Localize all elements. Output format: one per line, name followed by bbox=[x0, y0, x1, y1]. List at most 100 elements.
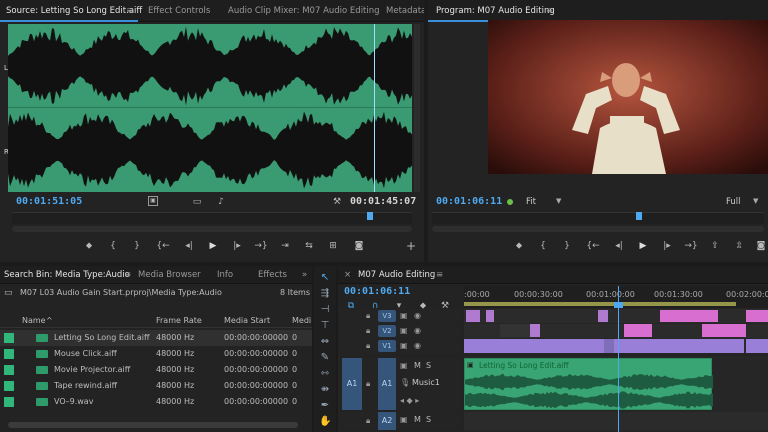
label-color-swatch[interactable] bbox=[4, 333, 14, 343]
step-back-icon[interactable]: ◂| bbox=[612, 240, 626, 252]
tab-effect-controls[interactable]: Effect Controls bbox=[148, 0, 210, 22]
source-timecode-in[interactable]: 00:01:51:05 bbox=[16, 196, 82, 207]
program-mini-ruler[interactable] bbox=[432, 212, 764, 224]
slide-tool-icon[interactable]: ⇻ bbox=[319, 384, 331, 396]
sync-lock-icon[interactable]: ▣ bbox=[400, 341, 408, 350]
source-mini-playhead[interactable] bbox=[367, 212, 373, 220]
mark-out-icon[interactable]: } bbox=[560, 240, 574, 252]
column-name[interactable]: Name bbox=[22, 314, 46, 328]
list-item[interactable]: Letting So Long Edit.aiff 48000 Hz 00:00:0… bbox=[0, 330, 312, 346]
add-marker-icon[interactable]: ⬥ bbox=[512, 240, 526, 252]
chevron-down-icon[interactable]: ▼ bbox=[753, 197, 758, 205]
play-icon[interactable]: ▶ bbox=[636, 240, 650, 252]
source-waveform[interactable]: L R bbox=[4, 24, 412, 192]
export-frame-button-icon[interactable]: ⊞ bbox=[326, 240, 340, 252]
tab-search-bin[interactable]: Search Bin: Media Type:Audio bbox=[4, 266, 130, 284]
source-patch[interactable]: A1 bbox=[342, 358, 362, 410]
razor-tool-icon[interactable]: ✎ bbox=[319, 352, 331, 364]
tab-media-browser[interactable]: Media Browser bbox=[138, 266, 201, 284]
source-mini-ruler[interactable] bbox=[12, 212, 412, 224]
mute-button[interactable]: M bbox=[414, 361, 421, 370]
overwrite-icon[interactable]: ⇆ bbox=[302, 240, 316, 252]
program-zoom-bar[interactable] bbox=[432, 226, 764, 232]
track-select-tool-icon[interactable]: ⇶ bbox=[319, 288, 331, 300]
panel-menu-icon[interactable]: ≡ bbox=[126, 0, 133, 22]
drag-video-icon[interactable]: ▭ bbox=[190, 196, 204, 208]
item-name[interactable]: Letting So Long Edit.aiff bbox=[54, 330, 150, 346]
list-item[interactable]: Movie Projector.aiff 48000 Hz 00:00:00:000… bbox=[0, 362, 312, 378]
audio-track-a2-empty[interactable] bbox=[464, 412, 768, 430]
ripple-edit-tool-icon[interactable]: ⊣ bbox=[319, 304, 331, 316]
sort-ascending-icon[interactable]: ^ bbox=[46, 314, 53, 328]
track-target[interactable]: A1 bbox=[378, 358, 396, 410]
sync-lock-icon[interactable]: ▣ bbox=[400, 311, 408, 320]
timeline-timecode[interactable]: 00:01:06:11 bbox=[344, 286, 410, 297]
slip-tool-icon[interactable]: ⇿ bbox=[319, 368, 331, 380]
chevron-down-icon[interactable]: ▼ bbox=[556, 197, 561, 205]
item-name[interactable]: Tape rewind.aiff bbox=[54, 378, 117, 394]
mark-in-icon[interactable]: { bbox=[106, 240, 120, 252]
video-track-header[interactable]: 🔒︎ V3 ▣ ◉ bbox=[338, 309, 462, 323]
audio-clip[interactable]: ▣ Letting So Long Edit.aiff bbox=[464, 358, 713, 410]
eye-icon[interactable]: ◉ bbox=[414, 311, 421, 320]
rate-stretch-tool-icon[interactable]: ⇔ bbox=[319, 336, 331, 348]
keyframe-nav-icon[interactable]: ◂ ◆ ▸ bbox=[400, 396, 419, 405]
program-mini-playhead[interactable] bbox=[636, 212, 642, 220]
export-frame-icon[interactable]: ▣ bbox=[148, 196, 158, 206]
tab-source[interactable]: Source: Letting So Long Edit.aiff bbox=[6, 0, 142, 22]
program-timecode[interactable]: 00:01:06:11 bbox=[436, 196, 502, 207]
lock-icon[interactable]: 🔒︎ bbox=[366, 326, 370, 336]
vertical-scrollbar[interactable] bbox=[414, 24, 420, 192]
panel-menu-icon[interactable]: ≡ bbox=[436, 266, 443, 284]
list-item[interactable]: Mouse Click.aiff 48000 Hz 00:00:00:00000 0 bbox=[0, 346, 312, 362]
button-editor-plus-icon[interactable]: + bbox=[404, 240, 418, 252]
export-frame-icon[interactable]: ◙ bbox=[754, 240, 768, 252]
source-zoom-bar[interactable] bbox=[12, 226, 412, 232]
item-name[interactable]: Mouse Click.aiff bbox=[54, 346, 117, 362]
mute-button[interactable]: M bbox=[414, 415, 421, 424]
timeline-playhead-handle[interactable] bbox=[614, 302, 623, 308]
video-track-header[interactable]: 🔒︎ V2 ▣ ◉ bbox=[338, 324, 462, 338]
column-media-start[interactable]: Media Start bbox=[224, 314, 270, 328]
lock-icon[interactable]: 🔒︎ bbox=[366, 341, 370, 351]
sync-lock-icon[interactable]: ▣ bbox=[400, 415, 408, 424]
settings-wrench-icon[interactable]: ⚒ bbox=[330, 196, 344, 208]
go-to-out-icon[interactable]: →} bbox=[254, 240, 268, 252]
column-media-end[interactable]: Medi bbox=[292, 314, 311, 328]
lock-icon[interactable]: 🔒︎ bbox=[366, 379, 370, 389]
step-forward-icon[interactable]: |▸ bbox=[230, 240, 244, 252]
item-name[interactable]: Movie Projector.aiff bbox=[54, 362, 130, 378]
microphone-icon[interactable]: 🎙︎ bbox=[400, 378, 410, 387]
list-item[interactable]: Tape rewind.aiff 48000 Hz 00:00:00:00000 0 bbox=[0, 378, 312, 394]
video-track-header[interactable]: 🔒︎ V1 ▣ ◉ bbox=[338, 339, 462, 353]
hand-tool-icon[interactable]: ✋ bbox=[319, 416, 331, 428]
sync-lock-icon[interactable]: ▣ bbox=[400, 326, 408, 335]
solo-button[interactable]: S bbox=[426, 415, 431, 424]
drag-audio-icon[interactable]: ♪ bbox=[214, 196, 228, 208]
audio-track-header[interactable]: A1 🔒︎ A1 ▣ M S 🎙︎ Music1 ◂ ◆ ▸ bbox=[338, 358, 462, 410]
label-color-swatch[interactable] bbox=[4, 349, 14, 359]
go-to-in-icon[interactable]: {← bbox=[586, 240, 600, 252]
source-playhead[interactable] bbox=[374, 24, 375, 192]
program-video-frame[interactable] bbox=[488, 20, 768, 174]
horizontal-scrollbar[interactable] bbox=[8, 422, 298, 428]
add-marker-icon[interactable]: ⬥ bbox=[82, 240, 96, 252]
lift-icon[interactable]: ⇪ bbox=[708, 240, 722, 252]
play-icon[interactable]: ▶ bbox=[206, 240, 220, 252]
go-to-out-icon[interactable]: →} bbox=[684, 240, 698, 252]
lock-icon[interactable]: 🔒︎ bbox=[366, 311, 370, 321]
track-name[interactable]: Music1 bbox=[412, 378, 440, 387]
label-color-swatch[interactable] bbox=[4, 397, 14, 407]
tab-info[interactable]: Info bbox=[217, 266, 233, 284]
tab-effects[interactable]: Effects bbox=[258, 266, 287, 284]
mark-in-icon[interactable]: { bbox=[536, 240, 550, 252]
label-color-swatch[interactable] bbox=[4, 381, 14, 391]
audio-track-header[interactable]: 🔒︎ A2 ▣ M S bbox=[338, 412, 462, 430]
tab-sequence[interactable]: M07 Audio Editing bbox=[358, 266, 435, 284]
item-name[interactable]: VO–9.wav bbox=[54, 394, 93, 410]
pen-tool-icon[interactable]: ✒ bbox=[319, 400, 331, 412]
extract-icon[interactable]: ⇫ bbox=[732, 240, 746, 252]
selection-tool-icon[interactable]: ↖ bbox=[319, 272, 331, 284]
step-forward-icon[interactable]: |▸ bbox=[660, 240, 674, 252]
tab-metadata[interactable]: Metadata bbox=[386, 0, 424, 22]
